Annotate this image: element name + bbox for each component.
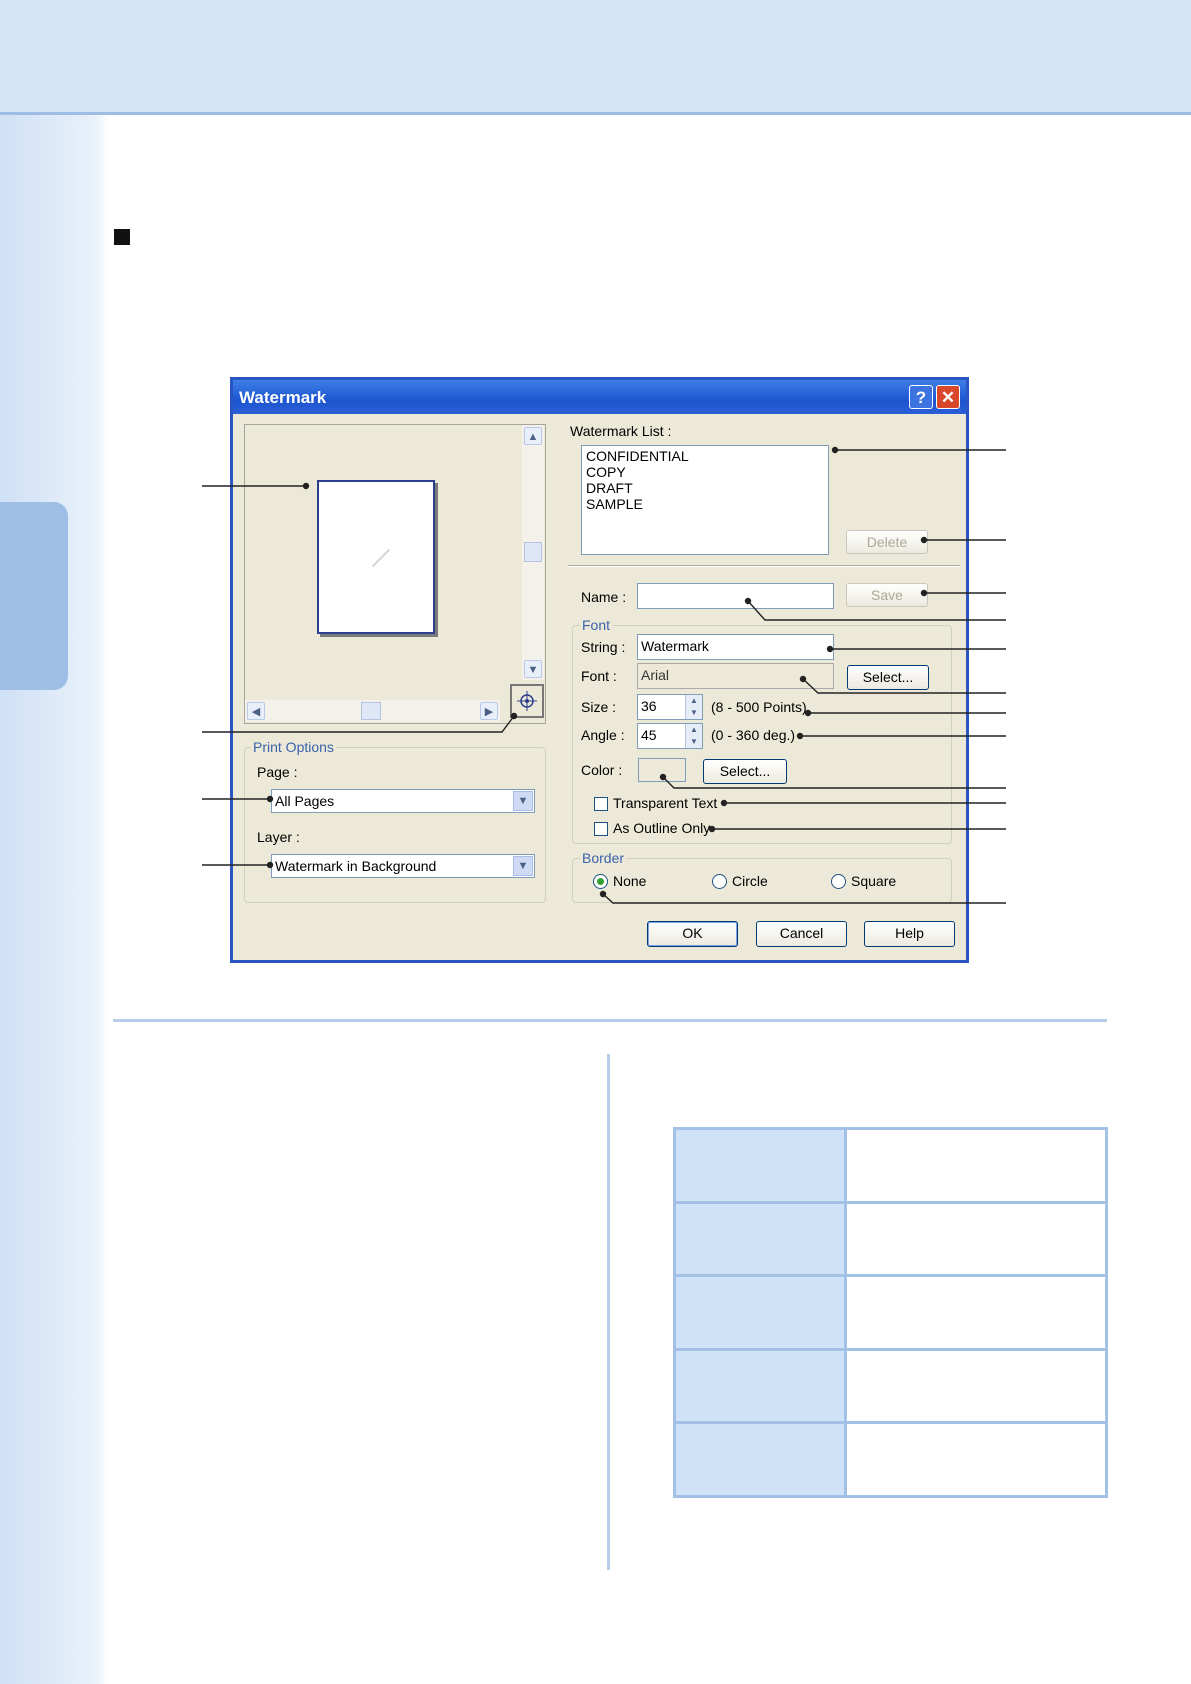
table-row	[673, 1274, 1108, 1351]
reference-table	[673, 1127, 1108, 1498]
table-row	[673, 1127, 1108, 1204]
column-divider	[607, 1054, 610, 1570]
table-row	[673, 1347, 1108, 1425]
table-row	[673, 1421, 1108, 1498]
section-divider	[113, 1019, 1107, 1022]
table-row	[673, 1200, 1108, 1278]
